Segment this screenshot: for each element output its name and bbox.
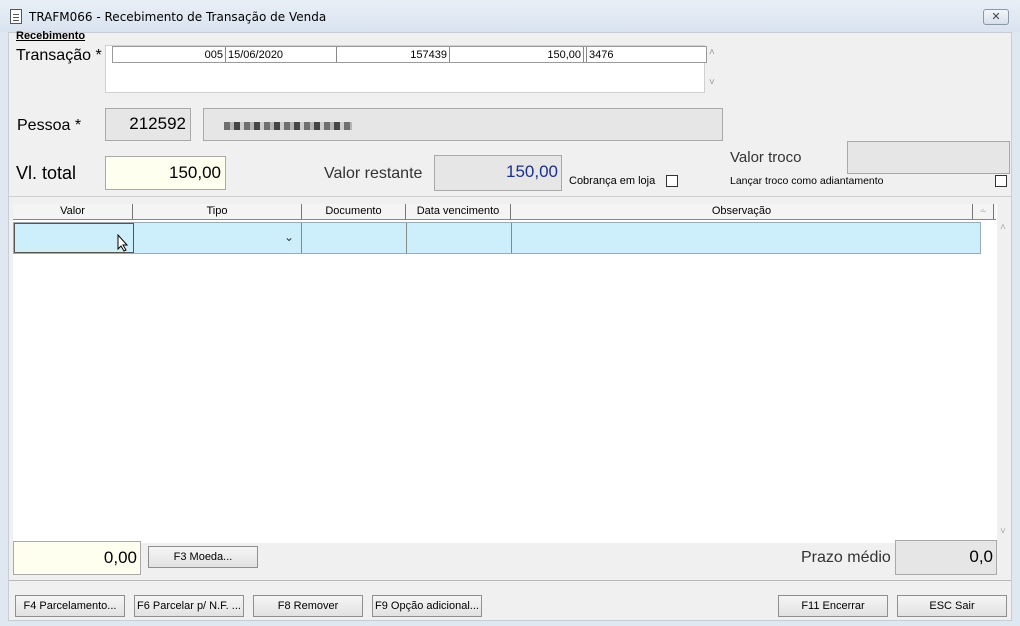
- cobranca-label: Cobrança em loja: [569, 175, 656, 187]
- col-header-documento[interactable]: Documento: [302, 204, 406, 219]
- prazo-medio-label: Prazo médio: [801, 549, 891, 566]
- close-button[interactable]: ✕: [983, 9, 1009, 25]
- valor-cell[interactable]: [14, 223, 134, 253]
- redacted-name-block: [224, 122, 352, 130]
- chevron-down-icon[interactable]: ⌄: [284, 230, 294, 244]
- valor-restante-label: Valor restante: [324, 165, 423, 182]
- window-title: TRAFM066 - Recebimento de Transação de V…: [29, 10, 327, 24]
- scroll-up-icon[interactable]: ˄: [1000, 222, 1006, 233]
- esc-sair-button[interactable]: ESC Sair: [897, 595, 1007, 617]
- transacao-col-codigo: 3476: [586, 47, 706, 62]
- transacao-label: Transação *: [16, 47, 102, 64]
- f8-remover-button[interactable]: F8 Remover: [253, 595, 363, 617]
- pessoa-label: Pessoa *: [17, 117, 82, 134]
- total-value-field[interactable]: 0,00: [13, 541, 141, 575]
- tipo-cell[interactable]: ⌄: [134, 223, 302, 253]
- grid-scrollbar[interactable]: ˄ ˅: [997, 204, 1011, 543]
- lancar-troco-label: Lançar troco como adiantamento: [730, 175, 884, 187]
- scroll-up-icon[interactable]: ˄: [709, 47, 715, 58]
- payment-grid: Valor Tipo Documento Data vencimento Obs…: [13, 204, 997, 543]
- column-chooser-icon[interactable]: ⩪: [973, 204, 994, 219]
- section-title: Recebimento: [16, 30, 86, 42]
- pessoa-name-field[interactable]: [203, 108, 723, 141]
- window-titlebar: TRAFM066 - Recebimento de Transação de V…: [0, 0, 1020, 32]
- f4-parcelamento-button[interactable]: F4 Parcelamento...: [15, 595, 125, 617]
- documento-cell[interactable]: [302, 223, 407, 253]
- divider: [9, 196, 1011, 197]
- col-header-valor[interactable]: Valor: [13, 204, 133, 219]
- valor-troco-label: Valor troco: [730, 149, 802, 166]
- transacao-col-valor: 150,00: [450, 47, 584, 62]
- transacao-col-data: 15/06/2020: [226, 47, 337, 62]
- pessoa-code-field[interactable]: 212592: [105, 108, 191, 141]
- form-client-area: Recebimento Transação * 005 15/06/2020 1…: [8, 30, 1012, 621]
- transacao-col-empresa: 005: [113, 47, 226, 62]
- transacao-row[interactable]: 005 15/06/2020 157439 150,00 3476: [112, 46, 707, 63]
- col-header-observacao[interactable]: Observação: [511, 204, 973, 219]
- valor-troco-field: [847, 141, 1010, 174]
- f3-moeda-button[interactable]: F3 Moeda...: [148, 546, 258, 568]
- f6-parcelar-nf-button[interactable]: F6 Parcelar p/ N.F. ...: [134, 595, 244, 617]
- vl-total-label: Vl. total: [16, 163, 77, 183]
- scroll-down-icon[interactable]: ˅: [1000, 526, 1006, 537]
- vl-total-field[interactable]: 150,00: [105, 156, 226, 190]
- transacao-list[interactable]: 005 15/06/2020 157439 150,00 3476: [105, 45, 707, 93]
- data-vencimento-cell[interactable]: [407, 223, 512, 253]
- valor-restante-field: 150,00: [434, 155, 562, 191]
- grid-header: Valor Tipo Documento Data vencimento Obs…: [13, 204, 996, 220]
- lancar-troco-checkbox[interactable]: [995, 175, 1007, 187]
- f9-opcao-adicional-button[interactable]: F9 Opção adicional...: [372, 595, 482, 617]
- transacao-col-numero: 157439: [337, 47, 450, 62]
- prazo-medio-field: 0,0: [895, 540, 997, 575]
- cobranca-checkbox[interactable]: [666, 175, 678, 187]
- f11-encerrar-button[interactable]: F11 Encerrar: [778, 595, 888, 617]
- table-row[interactable]: ⌄: [13, 222, 981, 254]
- mouse-cursor-icon: [117, 234, 129, 252]
- col-header-tipo[interactable]: Tipo: [133, 204, 302, 219]
- document-icon: [10, 9, 22, 24]
- observacao-cell[interactable]: [512, 223, 980, 253]
- col-header-data-vencimento[interactable]: Data vencimento: [406, 204, 511, 219]
- divider: [9, 580, 1011, 581]
- scroll-down-icon[interactable]: ˅: [709, 77, 715, 88]
